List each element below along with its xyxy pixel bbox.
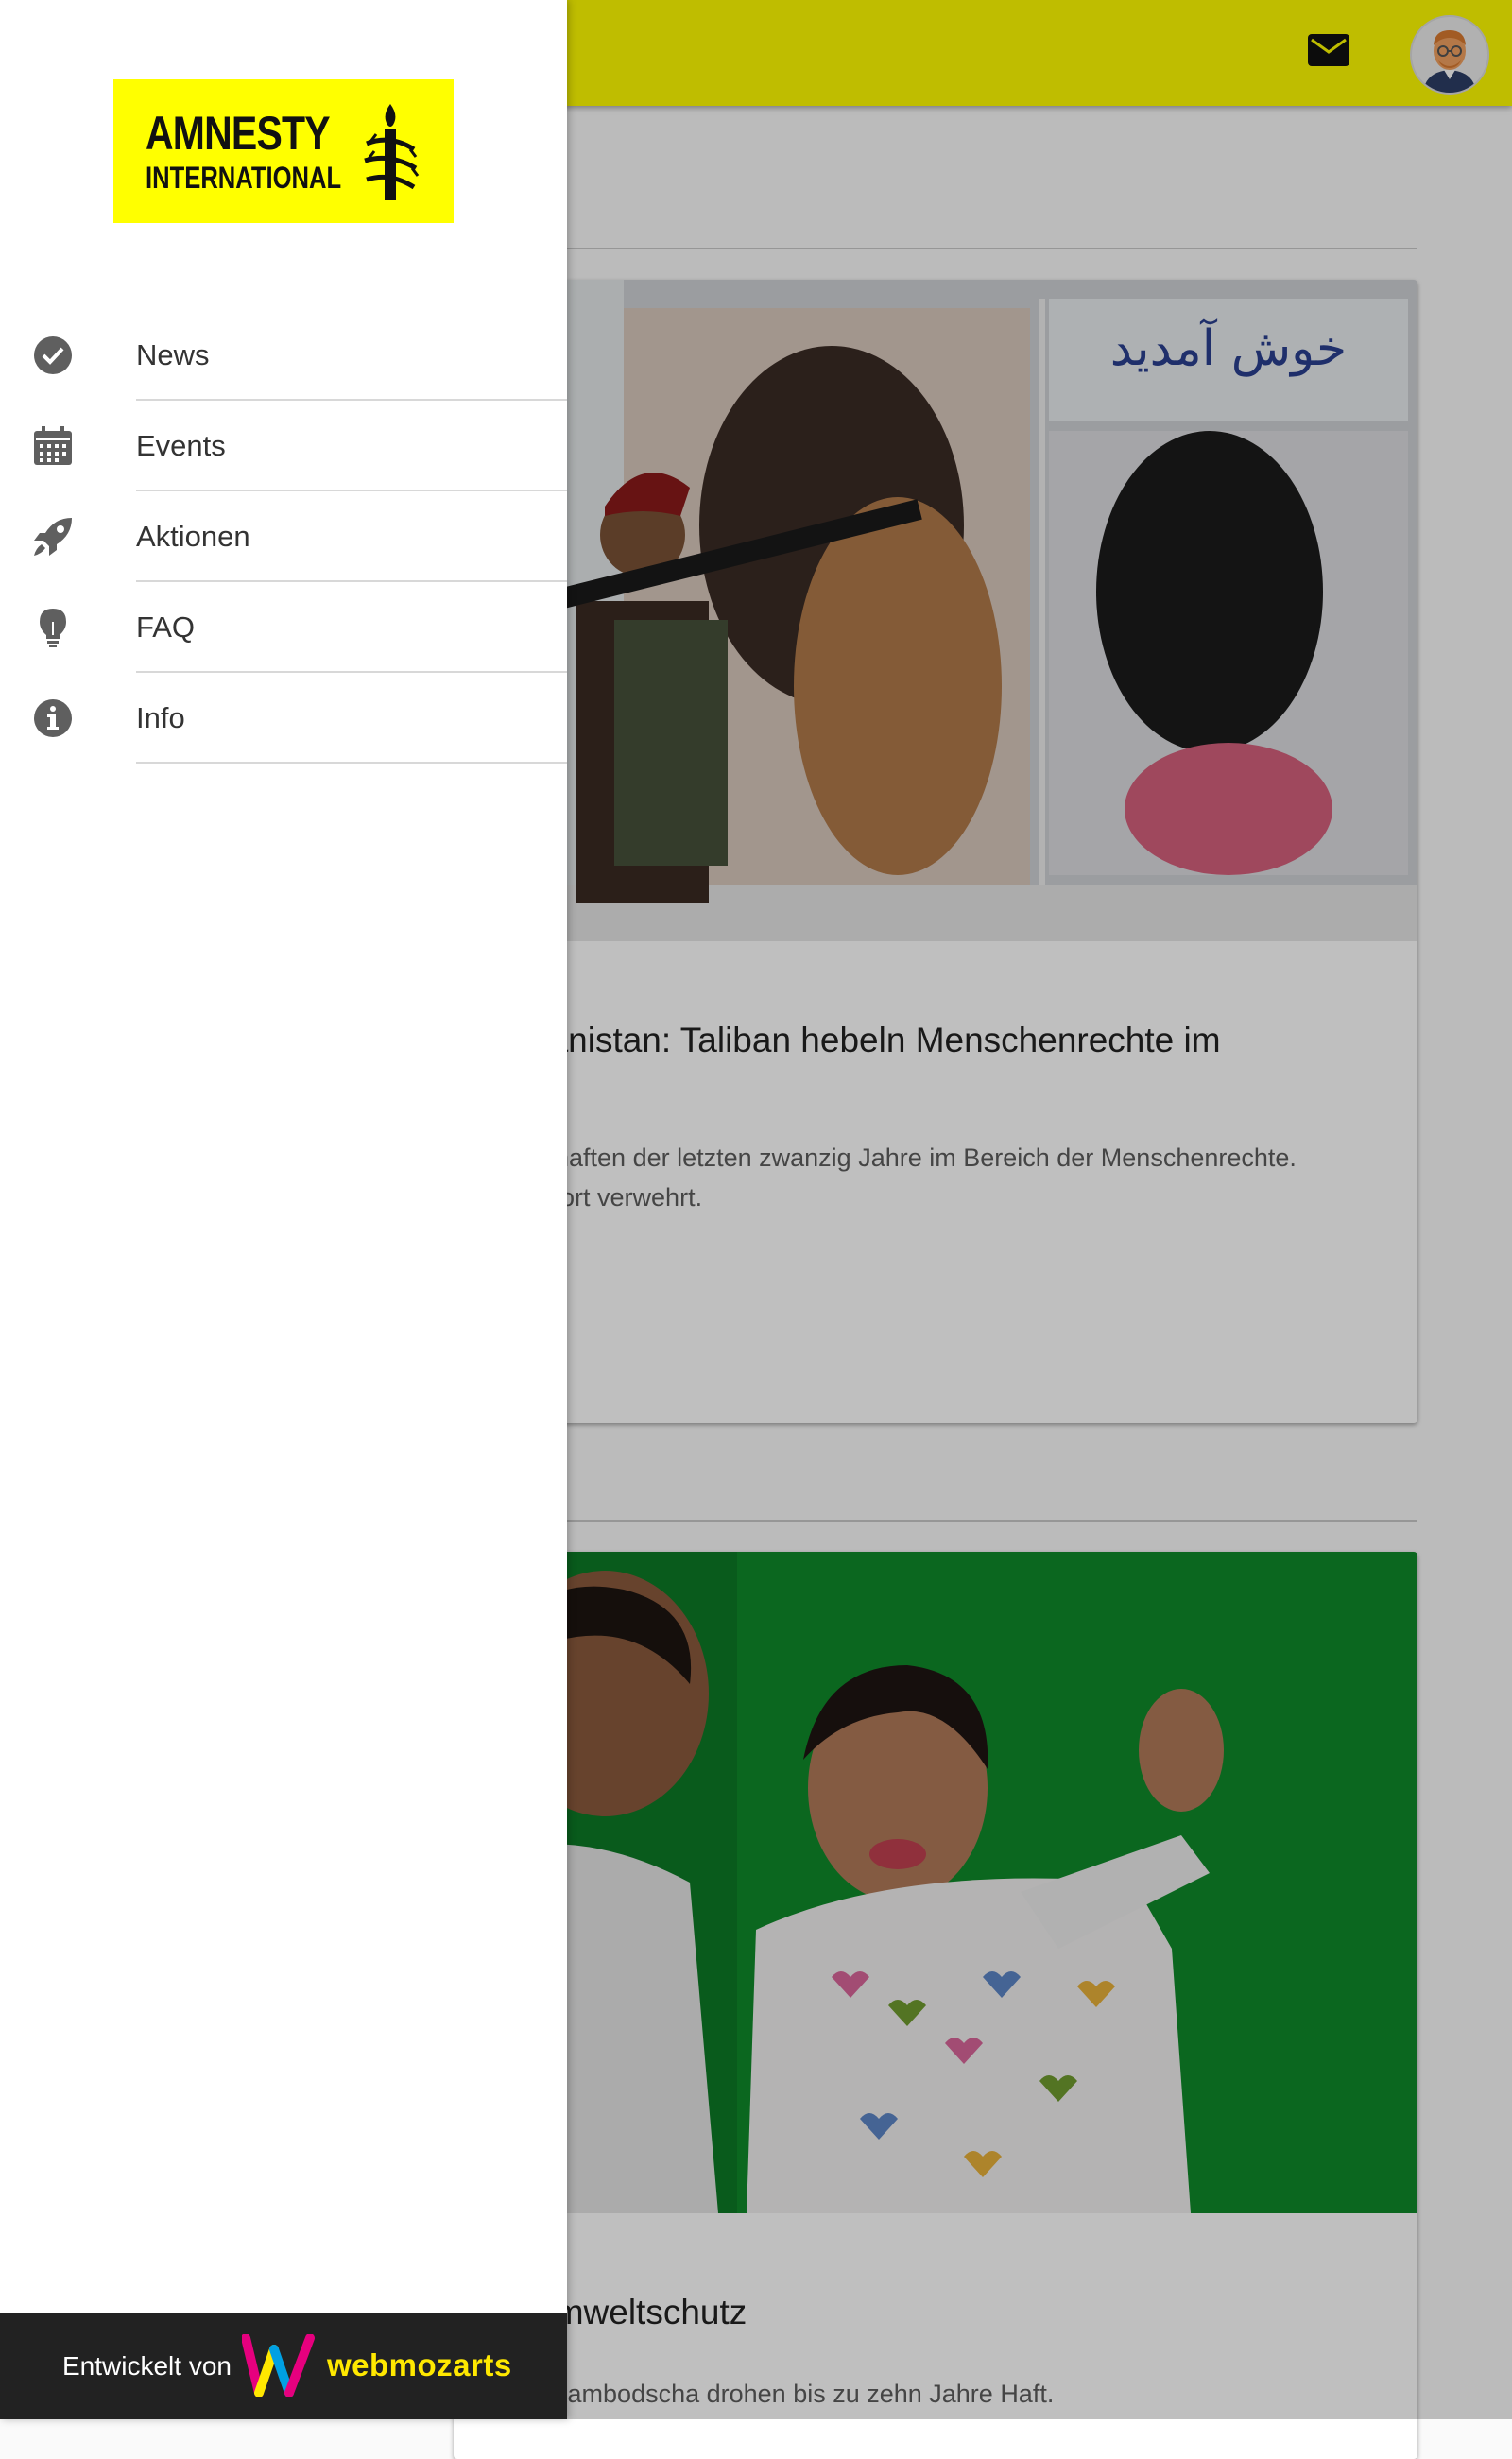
drawer-item-aktionen[interactable]: Aktionen [0, 491, 567, 582]
check-circle-icon [34, 336, 72, 374]
drawer-item-label: Info [136, 701, 185, 734]
webmozarts-brand[interactable]: webmozarts [327, 2347, 512, 2383]
webmozarts-logo-icon[interactable] [242, 2334, 318, 2397]
logo-text-line1: AMNESTY [146, 107, 331, 160]
logo-text-line2: INTERNATIONAL [146, 161, 342, 195]
drawer-item-label: FAQ [136, 610, 196, 644]
candle-icon [364, 104, 420, 200]
lightbulb-icon [40, 609, 66, 647]
drawer-footer: Entwickelt von webmozarts [0, 2313, 567, 2419]
amnesty-logo[interactable]: AMNESTY INTERNATIONAL [113, 79, 454, 223]
drawer-item-info[interactable]: Info [0, 673, 567, 764]
developed-by-label: Entwickelt von [62, 2351, 232, 2381]
drawer-item-faq[interactable]: FAQ [0, 582, 567, 673]
rocket-icon [34, 518, 72, 556]
drawer-item-divider [136, 762, 567, 764]
drawer-item-events[interactable]: Events [0, 401, 567, 491]
drawer-item-label: Aktionen [136, 520, 250, 553]
info-icon [34, 699, 72, 737]
navigation-drawer: AMNESTY INTERNATIONAL News Events Aktion… [0, 0, 567, 2419]
drawer-item-label: Events [136, 429, 226, 462]
calendar-icon [34, 426, 72, 465]
drawer-item-news[interactable]: News [0, 310, 567, 401]
drawer-item-label: News [136, 338, 210, 371]
drawer-menu: News Events Aktionen FAQ Info [0, 310, 567, 764]
